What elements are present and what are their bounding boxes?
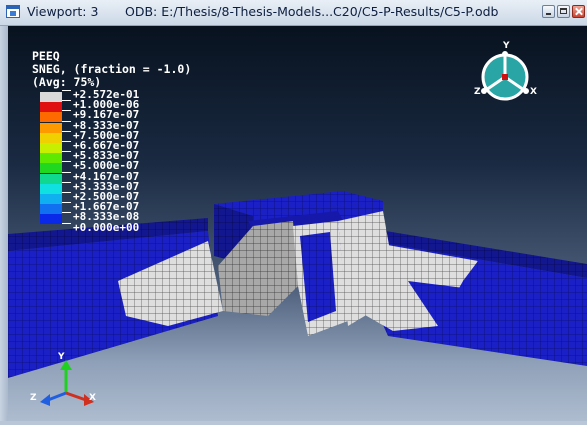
view-triad-z-label: Z (474, 87, 481, 97)
viewport-window-icon[interactable] (6, 5, 20, 18)
legend-tick (62, 222, 71, 224)
legend-title: PEEQ SNEG, (fraction = -1.0) (Avg: 75%) (32, 50, 191, 89)
view-triad-x-label: X (530, 87, 537, 97)
close-icon[interactable] (572, 5, 585, 18)
legend-tick (62, 151, 71, 153)
legend-tick (62, 171, 71, 173)
legend-tick (62, 130, 71, 132)
legend-tick (62, 202, 71, 204)
legend-value: +0.000e+00 (73, 220, 140, 234)
legend-tick (62, 212, 71, 214)
global-axis-triad (40, 360, 94, 406)
legend-tick (62, 90, 71, 91)
legend-tick (62, 120, 71, 122)
legend-tick (62, 141, 71, 142)
global-triad-z-label: Z (30, 393, 37, 403)
viewport-label: Viewport: 3 (27, 4, 99, 19)
global-triad-x-label: X (89, 393, 96, 403)
window-bottom-border (0, 421, 587, 425)
maximize-icon[interactable] (557, 5, 570, 18)
legend-tick (62, 181, 71, 183)
legend-tick (62, 100, 71, 102)
legend-variable: PEEQ (32, 49, 60, 63)
minimize-icon[interactable] (542, 5, 555, 18)
view-orientation-triad[interactable] (470, 42, 540, 112)
odb-path-label: ODB: E:/Thesis/8-Thesis-Models...C20/C5-… (125, 4, 499, 19)
window-left-border (0, 26, 8, 425)
view-triad-y-label: Y (503, 41, 510, 51)
legend-tick (62, 192, 71, 193)
viewport-title-bar[interactable]: Viewport: 3 ODB: E:/Thesis/8-Thesis-Mode… (0, 0, 587, 26)
global-triad-y-label: Y (58, 352, 65, 362)
viewport-window: Viewport: 3 ODB: E:/Thesis/8-Thesis-Mode… (0, 0, 587, 425)
legend-averaging: (Avg: 75%) (32, 75, 102, 89)
legend-row: +0.000e+00 (40, 220, 170, 234)
legend-section: SNEG, (fraction = -1.0) (32, 62, 192, 76)
legend-tick (62, 161, 71, 163)
legend-tick (62, 110, 71, 112)
